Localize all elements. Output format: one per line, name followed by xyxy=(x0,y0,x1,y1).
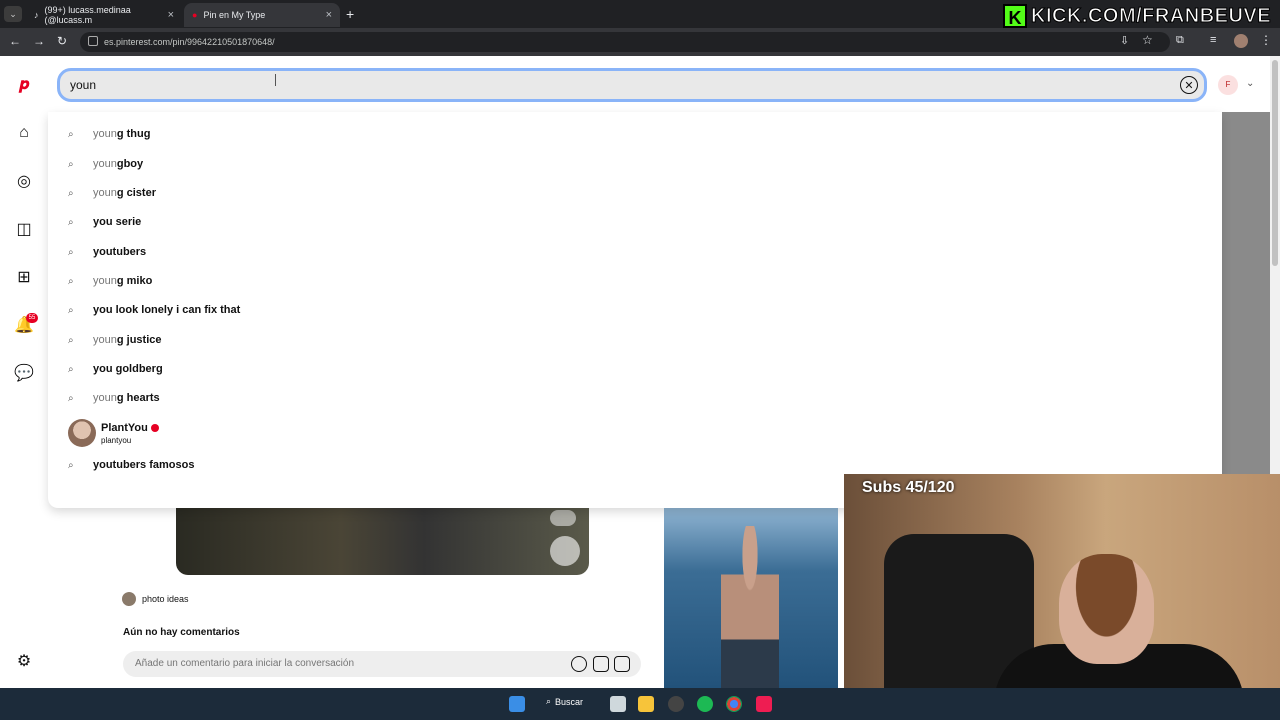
search-icon: ⌕ xyxy=(546,696,552,706)
url-text: es.pinterest.com/pin/99642210501870648/ xyxy=(104,37,275,47)
close-icon[interactable]: × xyxy=(168,9,174,21)
search-box: ✕ xyxy=(57,68,1207,102)
related-pin-image[interactable] xyxy=(664,508,838,688)
create-plus-icon[interactable]: ⊞ xyxy=(14,267,34,287)
tab-label: (99+) lucass.medinaa (@lucass.m xyxy=(44,5,131,25)
kick-banner: K KICK.COM/FRANBEUVE xyxy=(1003,3,1271,29)
profile-suggestion[interactable]: PlantYou plantyou xyxy=(68,418,159,448)
search-input[interactable] xyxy=(70,76,1070,94)
tab-tiktok[interactable]: ♪ (99+) lucass.medinaa (@lucass.m × xyxy=(26,3,182,27)
comment-input[interactable]: Añade un comentario para iniciar la conv… xyxy=(123,651,641,677)
search-icon: ⌕ xyxy=(68,304,74,316)
search-icon: ⌕ xyxy=(68,459,74,471)
bookmark-star-icon[interactable]: ☆ xyxy=(1142,33,1153,47)
search-icon: ⌕ xyxy=(68,275,74,287)
overlay-dim xyxy=(1222,112,1270,474)
address-bar[interactable]: es.pinterest.com/pin/99642210501870648/ xyxy=(80,32,1170,52)
suggestion-item[interactable]: ⌕ youn g thug xyxy=(68,124,150,144)
scrollbar-thumb[interactable] xyxy=(1272,60,1278,266)
install-icon[interactable]: ⇩ xyxy=(1120,34,1129,47)
boards-icon[interactable]: ◫ xyxy=(14,219,34,239)
chrome-icon[interactable] xyxy=(726,696,742,712)
webcam-overlay xyxy=(844,474,1280,720)
kick-logo: K xyxy=(1003,4,1027,28)
explore-compass-icon[interactable]: ◎ xyxy=(14,171,34,191)
comments-title: Aún no hay comentarios xyxy=(123,627,240,638)
board-name: photo ideas xyxy=(142,594,189,604)
close-icon: ✕ xyxy=(1184,79,1194,92)
profile-name-row: PlantYou xyxy=(101,422,159,434)
search-icon: ⌕ xyxy=(68,392,74,404)
suggestion-item[interactable]: ⌕ youtubers xyxy=(68,242,146,262)
windows-start-icon[interactable] xyxy=(509,696,525,712)
verified-badge-icon xyxy=(150,423,159,432)
image-upload-icon[interactable] xyxy=(614,656,630,672)
suggestion-item[interactable]: ⌕ you goldberg xyxy=(68,359,163,379)
back-icon[interactable]: ← xyxy=(9,34,21,48)
tiktok-icon: ♪ xyxy=(34,10,39,20)
pin-expand-icon[interactable] xyxy=(550,510,576,526)
emoji-icon[interactable] xyxy=(571,656,587,672)
home-icon[interactable]: ⌂ xyxy=(14,123,34,143)
search-icon: ⌕ xyxy=(68,216,74,228)
search-icon: ⌕ xyxy=(68,187,74,199)
new-tab-button[interactable]: + xyxy=(346,6,354,22)
profile-text: PlantYou plantyou xyxy=(101,422,159,445)
text-cursor xyxy=(275,74,276,86)
suggestion-item[interactable]: ⌕ youn gboy xyxy=(68,154,143,174)
subs-counter: Subs 45/120 xyxy=(862,479,955,496)
kick-url: KICK.COM/FRANBEUVE xyxy=(1030,4,1272,27)
pin-image[interactable] xyxy=(176,508,589,575)
site-info-icon[interactable] xyxy=(88,36,98,46)
suggestion-item[interactable]: ⌕ youn g hearts xyxy=(68,388,160,408)
extensions-icon[interactable]: ⧉ xyxy=(1176,34,1184,47)
pinterest-logo-icon[interactable]: 𝒑 xyxy=(14,75,34,95)
comment-placeholder: Añade un comentario para iniciar la conv… xyxy=(135,658,355,669)
media-controls-icon[interactable]: ≡ xyxy=(1210,34,1216,46)
search-icon: ⌕ xyxy=(68,363,74,375)
obs-icon[interactable] xyxy=(668,696,684,712)
reload-icon[interactable]: ↻ xyxy=(57,34,67,48)
streamer-head xyxy=(1059,554,1154,664)
tab-pinterest[interactable]: ● Pin en My Type × xyxy=(184,3,340,27)
suggestion-item[interactable]: ⌕ you serie xyxy=(68,212,141,232)
file-explorer-icon[interactable] xyxy=(638,696,654,712)
account-avatar[interactable]: F xyxy=(1218,75,1238,95)
suggestion-item[interactable]: ⌕ youn g miko xyxy=(68,271,152,291)
suggestion-item[interactable]: ⌕ you look lonely i can fix that xyxy=(68,300,240,320)
tab-label: Pin en My Type xyxy=(203,10,266,20)
search-suggestions: ⌕ youn g thug ⌕ youn gboy ⌕ youn g cister ⌕ you… xyxy=(48,112,1222,508)
clear-search-button[interactable]: ✕ xyxy=(1180,76,1198,94)
suggestion-item[interactable]: ⌕ youn g justice xyxy=(68,330,161,350)
search-icon: ⌕ xyxy=(68,128,74,140)
task-view-icon[interactable] xyxy=(610,696,626,712)
suggestion-item[interactable]: ⌕ youn g cister xyxy=(68,183,156,203)
board-link[interactable]: photo ideas xyxy=(122,592,189,606)
taskbar-search[interactable]: ⌕ Buscar xyxy=(546,696,583,707)
messages-icon[interactable]: 💬 xyxy=(14,363,34,383)
spotify-icon[interactable] xyxy=(697,696,713,712)
taskbar-search-label: Buscar xyxy=(555,696,584,707)
tab-list-button[interactable]: ⌄ xyxy=(4,6,22,22)
chevron-down-icon[interactable]: ⌄ xyxy=(1246,78,1254,89)
search-icon: ⌕ xyxy=(68,158,74,170)
suggestion-item[interactable]: ⌕ youtubers famosos xyxy=(68,455,194,475)
forward-icon[interactable]: → xyxy=(33,34,45,48)
tiktok-app-icon[interactable] xyxy=(756,696,772,712)
profile-name: PlantYou xyxy=(101,421,148,434)
search-icon: ⌕ xyxy=(68,246,74,258)
avatar xyxy=(68,419,96,447)
visual-search-icon[interactable] xyxy=(550,536,580,566)
pinterest-icon: ● xyxy=(192,10,198,20)
sticker-icon[interactable] xyxy=(593,656,609,672)
menu-kebab-icon[interactable]: ⋮ xyxy=(1260,33,1272,47)
close-icon[interactable]: × xyxy=(326,9,332,21)
profile-avatar-icon[interactable] xyxy=(1234,34,1248,48)
profile-handle: plantyou xyxy=(101,435,132,445)
notifications-badge: 55 xyxy=(26,313,38,323)
person-figure xyxy=(721,526,779,688)
board-avatar xyxy=(122,592,136,606)
search-icon: ⌕ xyxy=(68,334,74,346)
settings-gear-icon[interactable]: ⚙ xyxy=(14,651,34,671)
